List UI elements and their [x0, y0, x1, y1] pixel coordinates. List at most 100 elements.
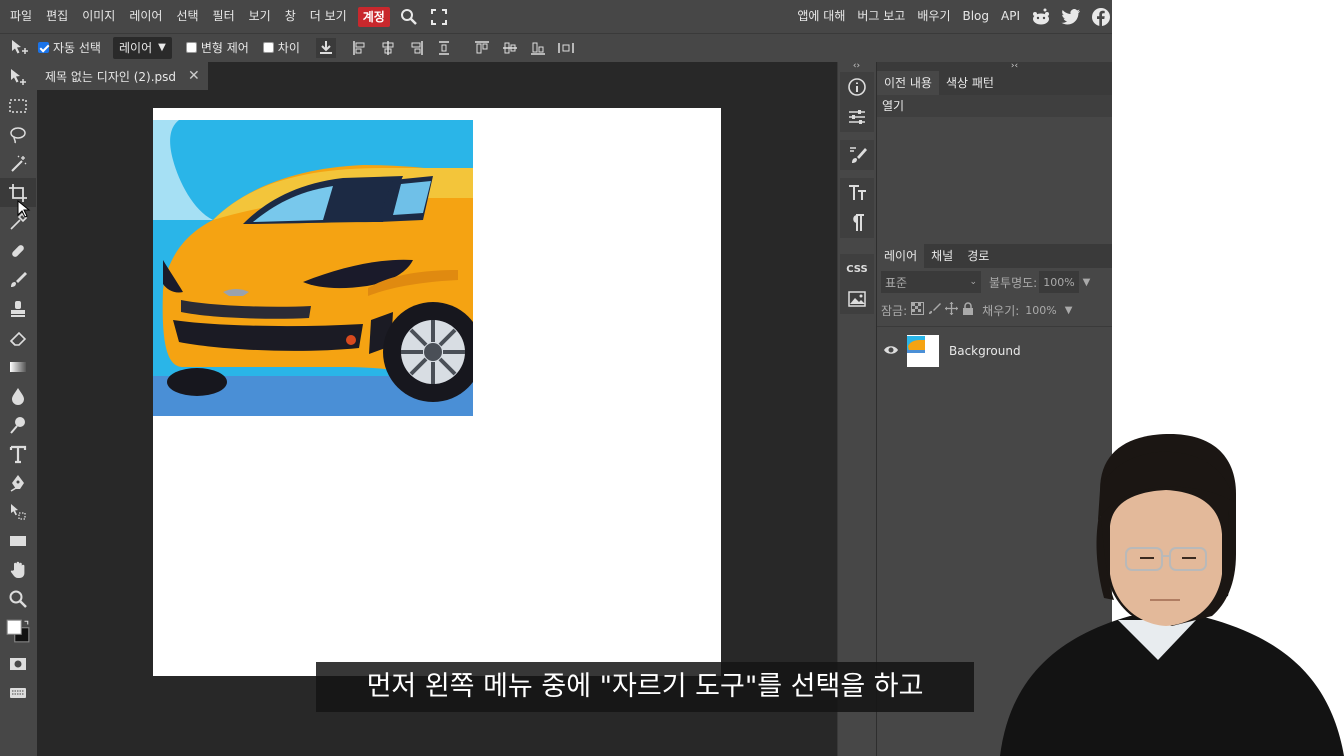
blend-mode-dropdown[interactable]: 표준 ⌄ — [881, 271, 981, 293]
menu-filter[interactable]: 필터 — [206, 0, 242, 33]
rectangle-tool[interactable] — [0, 526, 36, 555]
distribute-v-icon[interactable] — [434, 38, 454, 58]
pen-icon — [10, 474, 24, 492]
menu-report-bug[interactable]: 버그 보고 — [851, 0, 911, 33]
paragraph-button[interactable] — [840, 208, 874, 238]
canvas-workspace[interactable]: 제목 없는 디자인 (2).psd ✕ — [37, 62, 837, 756]
menu-blog[interactable]: Blog — [956, 0, 995, 33]
opacity-input[interactable]: 100% — [1039, 271, 1079, 293]
brush-tool[interactable] — [0, 265, 36, 294]
tab-history[interactable]: 이전 내용 — [877, 71, 939, 95]
info-button[interactable] — [840, 72, 874, 102]
menu-api[interactable]: API — [995, 0, 1026, 33]
pen-tool[interactable] — [0, 468, 36, 497]
align-top-icon[interactable] — [472, 38, 492, 58]
menu-more[interactable]: 더 보기 — [303, 0, 354, 33]
blur-tool[interactable] — [0, 381, 36, 410]
lock-pixels-icon[interactable] — [928, 302, 942, 318]
fill-input[interactable]: 100% — [1021, 299, 1061, 321]
menu-view[interactable]: 보기 — [242, 0, 278, 33]
move-tool-icon[interactable] — [10, 38, 30, 58]
transform-controls-label: 변형 제어 — [200, 41, 249, 55]
lock-row: 잠금: 채우기: 100% ▼ — [877, 296, 1112, 324]
zoom-icon — [9, 590, 27, 608]
menu-account[interactable]: 계정 — [357, 6, 390, 27]
facebook-icon[interactable] — [1090, 6, 1112, 28]
keyboard-tool[interactable] — [0, 678, 36, 707]
quick-mask-tool[interactable] — [0, 649, 36, 678]
tab-swatches[interactable]: 색상 패턴 — [939, 71, 1001, 95]
menu-layer[interactable]: 레이어 — [122, 0, 169, 33]
collapse-arrows-icon[interactable]: ‹› — [838, 62, 875, 71]
document-tab[interactable]: 제목 없는 디자인 (2).psd ✕ — [37, 62, 208, 90]
align-bottom-icon[interactable] — [528, 38, 548, 58]
adjustments-button[interactable] — [840, 102, 874, 132]
magic-wand-tool[interactable] — [0, 149, 36, 178]
css-button[interactable]: CSS — [840, 254, 874, 284]
close-icon[interactable]: ✕ — [188, 68, 200, 84]
lock-label: 잠금: — [881, 303, 908, 318]
eye-icon[interactable] — [883, 344, 899, 359]
document-canvas[interactable] — [153, 108, 721, 676]
transform-controls-checkbox[interactable]: 변형 제어 — [185, 39, 249, 56]
fill-label: 채우기: — [982, 303, 1020, 318]
search-icon[interactable] — [398, 6, 420, 28]
path-select-tool[interactable] — [0, 497, 36, 526]
info-icon — [848, 78, 866, 96]
checkbox-checked-icon — [38, 42, 49, 53]
eraser-tool[interactable] — [0, 323, 36, 352]
menu-window[interactable]: 창 — [278, 0, 303, 33]
opacity-dropdown-icon[interactable]: ▼ — [1083, 277, 1091, 288]
fill-dropdown-icon[interactable]: ▼ — [1065, 305, 1073, 316]
lasso-tool[interactable] — [0, 120, 36, 149]
gradient-tool[interactable] — [0, 352, 36, 381]
tab-channels[interactable]: 채널 — [924, 244, 960, 268]
image-button[interactable] — [840, 284, 874, 314]
type-tool[interactable] — [0, 439, 36, 468]
color-swatches[interactable] — [0, 613, 36, 649]
menu-select[interactable]: 선택 — [169, 0, 205, 33]
align-center-h-icon[interactable] — [378, 38, 398, 58]
lock-all-icon[interactable] — [962, 302, 974, 318]
reddit-icon[interactable] — [1030, 6, 1052, 28]
twitter-icon[interactable] — [1060, 6, 1082, 28]
character-button[interactable] — [840, 178, 874, 208]
clone-stamp-tool[interactable] — [0, 294, 36, 323]
distance-checkbox[interactable]: 차이 — [262, 39, 300, 56]
lock-position-icon[interactable] — [945, 302, 959, 318]
hand-tool[interactable] — [0, 555, 36, 584]
lock-transparency-icon[interactable] — [911, 302, 925, 318]
menu-image[interactable]: 이미지 — [75, 0, 122, 33]
dodge-tool[interactable] — [0, 410, 36, 439]
tab-paths[interactable]: 경로 — [960, 244, 996, 268]
menu-learn[interactable]: 배우기 — [911, 0, 956, 33]
align-middle-icon[interactable] — [500, 38, 520, 58]
auto-select-checkbox[interactable]: 자동 선택 — [38, 39, 101, 56]
fullscreen-icon[interactable] — [428, 6, 450, 28]
brush-settings-button[interactable] — [840, 140, 874, 170]
move-arrow-icon — [11, 68, 26, 85]
car-image — [153, 120, 473, 416]
healing-brush-tool[interactable] — [0, 236, 36, 265]
zoom-tool[interactable] — [0, 584, 36, 613]
lasso-icon — [10, 126, 26, 143]
checkbox-icon — [185, 42, 197, 53]
tab-layers[interactable]: 레이어 — [877, 244, 925, 268]
css-label: CSS — [846, 263, 868, 275]
align-left-icon[interactable] — [350, 38, 370, 58]
history-item-open[interactable]: 열기 — [877, 95, 1112, 117]
menu-file[interactable]: 파일 — [3, 0, 39, 33]
marquee-tool[interactable] — [0, 91, 36, 120]
gradient-icon — [10, 361, 26, 372]
distribute-h-icon[interactable] — [556, 38, 576, 58]
expand-arrows-icon[interactable]: ›‹ — [877, 62, 1112, 71]
download-icon[interactable] — [315, 37, 336, 58]
auto-select-target-dropdown[interactable]: 레이어 ▼ — [112, 36, 172, 59]
layer-row[interactable]: Background — [877, 331, 1112, 371]
menu-about[interactable]: 앱에 대해 — [791, 0, 851, 33]
menu-edit[interactable]: 편집 — [39, 0, 75, 33]
align-right-icon[interactable] — [406, 38, 426, 58]
layers-panel: 레이어 채널 경로 표준 ⌄ 불투명도: 100% ▼ 잠금: 채우기: 100… — [877, 244, 1112, 371]
eraser-icon — [9, 331, 27, 346]
move-tool[interactable] — [0, 62, 36, 91]
